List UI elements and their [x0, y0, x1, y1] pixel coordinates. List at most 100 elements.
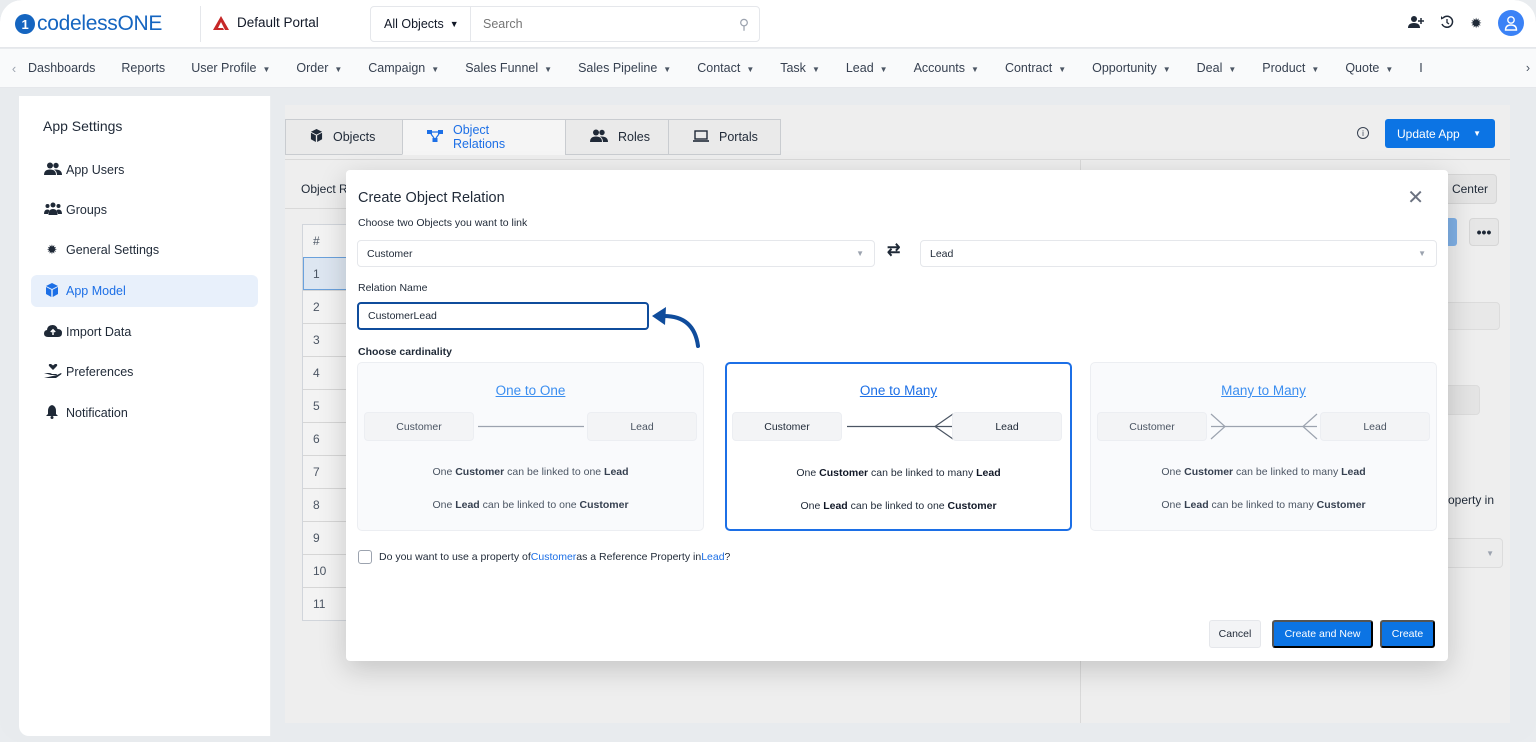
logo[interactable]: 1 codeless ONE [15, 12, 162, 36]
nav-item-deal[interactable]: Deal ▼ [1197, 61, 1237, 75]
cardinality-option-one-to-many[interactable]: One to Many Customer Lead One Customer c… [725, 362, 1072, 531]
more-options-button[interactable]: ••• [1469, 218, 1499, 246]
nav-scroll-left-icon[interactable]: ‹ [0, 61, 28, 76]
object-right-select[interactable]: Lead ▼ [920, 240, 1437, 267]
card-description: One Lead can be linked to many Customer [1161, 499, 1366, 511]
nav-item-overflow[interactable]: I [1419, 61, 1422, 75]
tab-objects[interactable]: Objects [285, 119, 403, 155]
card-title[interactable]: One to Many [727, 383, 1070, 398]
nav-item-task[interactable]: Task ▼ [780, 61, 820, 75]
nav-item-sales-pipeline[interactable]: Sales Pipeline ▼ [578, 61, 671, 75]
sidebar-item-app-model[interactable]: App Model [31, 275, 258, 307]
card-description: One Lead can be linked to one Customer [800, 500, 997, 512]
logo-text-strong: ONE [117, 12, 163, 35]
tab-object-relations[interactable]: Object Relations [402, 119, 566, 155]
search-scope-dropdown[interactable]: All Objects ▼ [371, 7, 471, 41]
tab-portals[interactable]: Portals [668, 119, 781, 155]
relation-name-label: Relation Name [358, 282, 428, 294]
background-dropdown: ▼ [1445, 538, 1503, 568]
search-icon[interactable]: ⚲ [729, 16, 759, 33]
cancel-button[interactable]: Cancel [1209, 620, 1261, 648]
background-field [1445, 302, 1500, 330]
portal-icon [213, 15, 229, 30]
modal-title: Create Object Relation [358, 190, 505, 206]
cube-icon [310, 129, 323, 145]
app-model-tabs: Objects Object Relations Roles Portals [285, 119, 781, 155]
portal-selector[interactable]: Default Portal [213, 15, 319, 30]
sidebar-item-label: Notification [66, 406, 128, 420]
add-user-icon[interactable] [1408, 15, 1425, 32]
caret-down-icon: ▼ [1311, 65, 1320, 74]
sidebar-item-app-users[interactable]: App Users [31, 154, 258, 186]
caret-down-icon: ▼ [1418, 249, 1426, 258]
create-and-new-button[interactable]: Create and New [1272, 620, 1373, 648]
nav-item-sales-funnel[interactable]: Sales Funnel ▼ [465, 61, 552, 75]
nav-item-accounts[interactable]: Accounts ▼ [914, 61, 979, 75]
users-icon [44, 162, 62, 178]
bell-icon [44, 404, 60, 422]
sidebar-item-notification[interactable]: Notification [31, 397, 258, 429]
sidebar-item-import-data[interactable]: Import Data [31, 316, 258, 348]
groups-icon [44, 202, 62, 218]
modal-subtitle: Choose two Objects you want to link [358, 217, 528, 229]
nav-item-lead[interactable]: Lead ▼ [846, 61, 888, 75]
nav-item-contract[interactable]: Contract ▼ [1005, 61, 1066, 75]
card-title[interactable]: Many to Many [1091, 383, 1436, 398]
nav-item-user-profile[interactable]: User Profile ▼ [191, 61, 270, 75]
section-label: Object R [301, 182, 348, 196]
nav-item-quote[interactable]: Quote ▼ [1345, 61, 1393, 75]
object-left-select[interactable]: Customer ▼ [357, 240, 875, 267]
close-icon[interactable]: ✕ [1407, 188, 1424, 208]
entity-box-left: Customer [364, 412, 474, 441]
nav-scroll-right-icon[interactable]: › [1526, 61, 1530, 75]
nav-item-order[interactable]: Order ▼ [296, 61, 342, 75]
one-to-one-connector-icon [478, 425, 584, 428]
card-description: One Customer can be linked to many Lead [796, 467, 1001, 479]
nav-item-reports[interactable]: Reports [121, 61, 165, 75]
cardinality-option-one-to-one[interactable]: One to One Customer Lead One Customer ca… [357, 362, 704, 531]
sidebar-item-groups[interactable]: Groups [31, 194, 258, 226]
nav-item-contact[interactable]: Contact ▼ [697, 61, 754, 75]
top-bar: 1 codeless ONE Default Portal All Objects… [0, 0, 1536, 48]
sidebar-item-label: Import Data [66, 325, 132, 339]
object-link: Lead [701, 551, 725, 563]
caret-down-icon: ▼ [544, 65, 553, 74]
caret-down-icon: ▼ [334, 65, 343, 74]
tab-label: Object Relations [453, 123, 506, 151]
nav-item-campaign[interactable]: Campaign ▼ [368, 61, 439, 75]
reference-property-checkbox[interactable] [358, 550, 372, 564]
sidebar-item-preferences[interactable]: Preferences [31, 356, 258, 388]
caret-down-icon: ▼ [811, 65, 820, 74]
module-nav: ‹ Dashboards Reports User Profile ▼ Order… [0, 49, 1536, 88]
nav-item-dashboards[interactable]: Dashboards [28, 61, 95, 75]
card-description: One Customer can be linked to one Lead [432, 466, 629, 478]
user-avatar-icon[interactable] [1498, 10, 1524, 36]
caret-down-icon: ▼ [449, 19, 459, 29]
create-object-relation-modal: Create Object Relation ✕ Choose two Obje… [346, 170, 1448, 661]
relation-name-input[interactable] [357, 302, 649, 330]
sidebar-item-label: Preferences [66, 365, 134, 379]
annotation-arrow-icon [652, 307, 700, 348]
info-icon[interactable]: i [1357, 127, 1369, 139]
entity-box-left: Customer [732, 412, 842, 441]
sidebar-item-label: Groups [66, 203, 107, 217]
background-field [1445, 385, 1480, 415]
swap-objects-icon[interactable]: ⇄ [887, 240, 900, 260]
nav-item-opportunity[interactable]: Opportunity ▼ [1092, 61, 1171, 75]
card-title[interactable]: One to One [358, 383, 703, 398]
nav-item-product[interactable]: Product ▼ [1262, 61, 1319, 75]
cardinality-option-many-to-many[interactable]: Many to Many Customer Lead One Customer … [1090, 362, 1437, 531]
caret-down-icon: ▼ [856, 249, 864, 258]
sidebar-item-general-settings[interactable]: ✹ General Settings [31, 234, 258, 266]
history-icon[interactable] [1440, 15, 1454, 32]
users-icon [590, 129, 608, 145]
create-button[interactable]: Create [1380, 620, 1435, 648]
caret-down-icon: ▼ [1228, 65, 1237, 74]
caret-down-icon[interactable]: ▼ [1473, 129, 1481, 138]
gear-icon[interactable]: ✹ [1470, 15, 1482, 32]
tab-roles[interactable]: Roles [565, 119, 669, 155]
portal-name: Default Portal [237, 15, 319, 30]
search-input[interactable] [471, 17, 729, 31]
caret-down-icon: ▼ [879, 65, 888, 74]
update-app-button[interactable]: Update App ▼ [1385, 119, 1495, 148]
